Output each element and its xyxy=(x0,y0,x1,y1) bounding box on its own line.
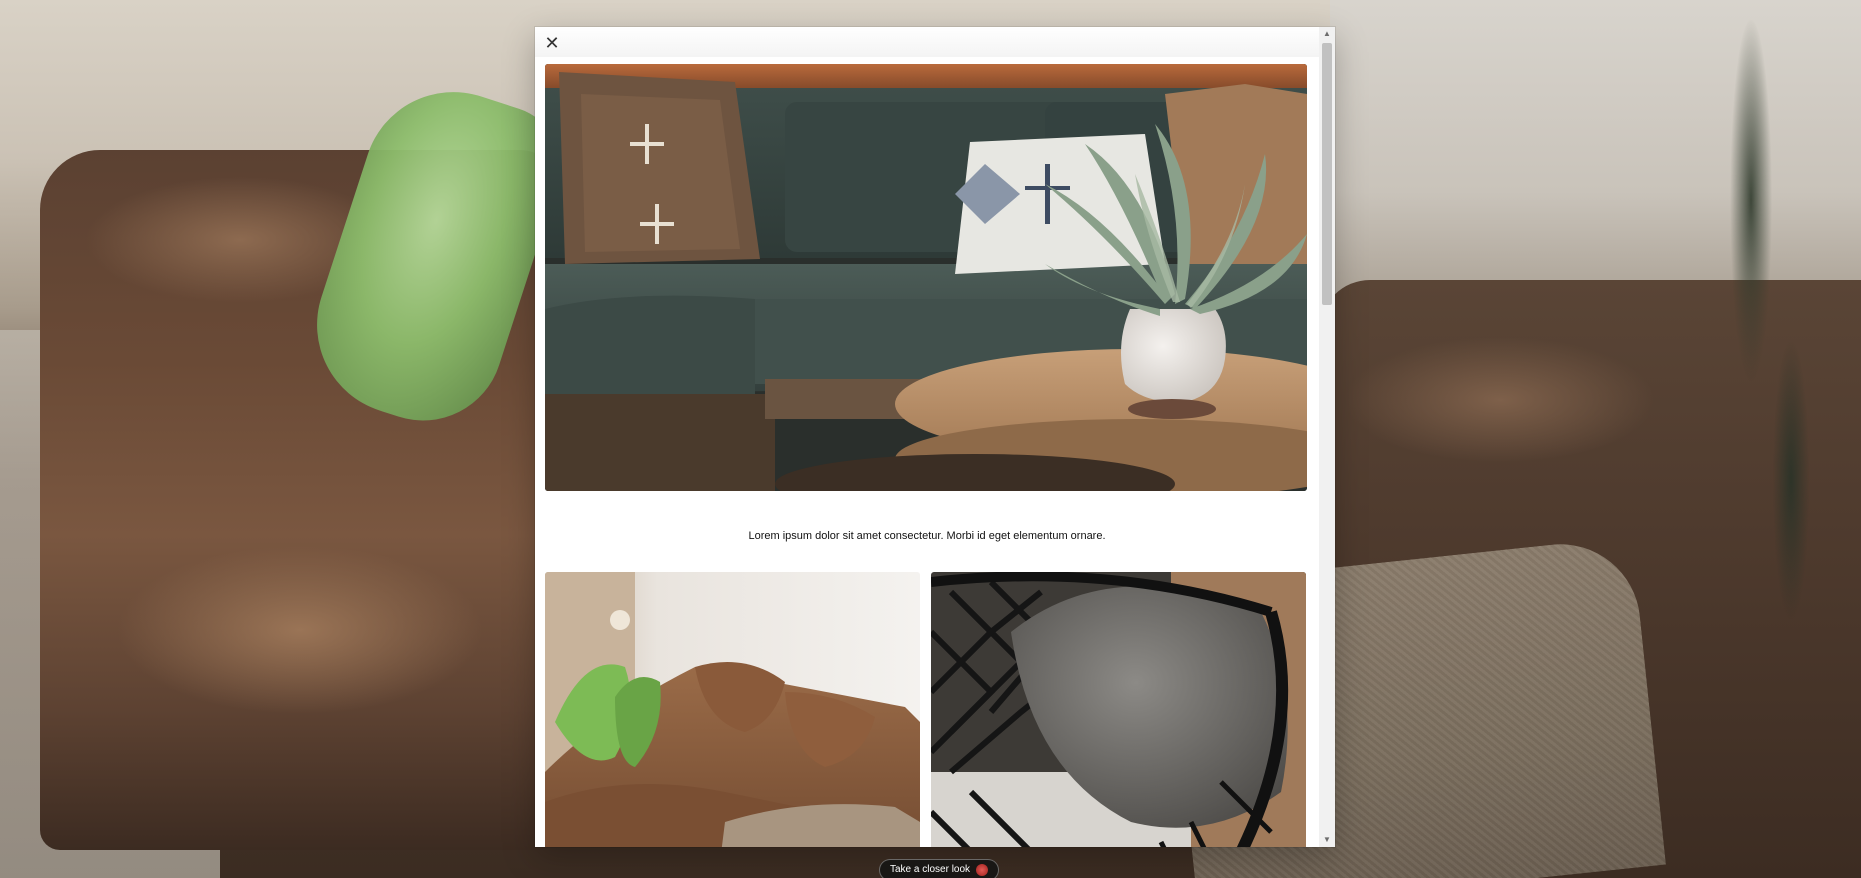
rattan-chair-art xyxy=(931,572,1306,847)
close-icon[interactable]: ✕ xyxy=(542,33,562,53)
globe-icon xyxy=(976,864,989,876)
scroll-up-icon[interactable]: ▲ xyxy=(1319,27,1335,41)
hero-image-art xyxy=(545,64,1307,491)
take-closer-look-label: Take a closer look xyxy=(890,864,971,875)
modal-scrollbar[interactable]: ▲ ▼ xyxy=(1319,27,1335,847)
image-caption: Lorem ipsum dolor sit amet consectetur. … xyxy=(748,530,1106,542)
page: ✕ Lorem ipsum dolor sit amet consectetur… xyxy=(0,0,1861,878)
modal-topbar: ✕ xyxy=(535,27,1319,57)
background-plant xyxy=(1621,0,1841,640)
scroll-down-icon[interactable]: ▼ xyxy=(1319,833,1335,847)
hero-image xyxy=(545,64,1307,491)
leather-sofa-art xyxy=(545,572,920,847)
scrollbar-thumb[interactable] xyxy=(1322,43,1332,305)
modal-content: Lorem ipsum dolor sit amet consectetur. … xyxy=(535,64,1319,847)
gallery-image-rattan-chair xyxy=(931,572,1306,847)
gallery-image-leather-sofa xyxy=(545,572,920,847)
gallery-modal: ✕ Lorem ipsum dolor sit amet consectetur… xyxy=(535,27,1335,847)
take-closer-look-button[interactable]: Take a closer look xyxy=(879,859,1000,878)
